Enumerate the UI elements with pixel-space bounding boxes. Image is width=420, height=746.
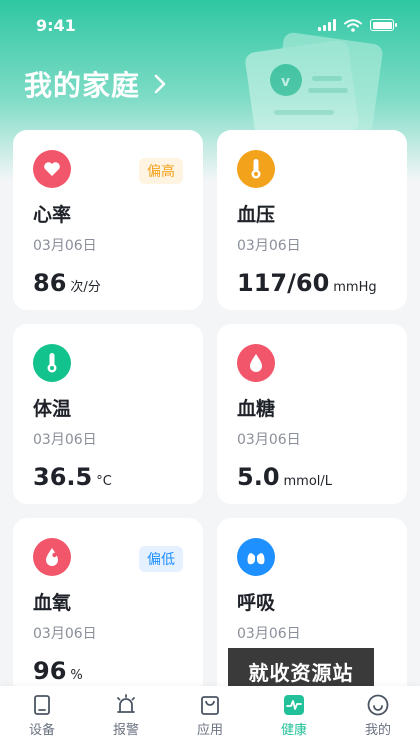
- metric-date: 03月06日: [237, 238, 301, 254]
- heart-icon: [33, 150, 71, 188]
- metric-date: 03月06日: [33, 626, 97, 642]
- tab-label: 应用: [196, 723, 223, 738]
- lungs-icon: [237, 538, 275, 576]
- metric-card-heart-rate[interactable]: 偏高 心率 03月06日 86 次/分: [13, 130, 203, 310]
- metric-value-row: 5.0 mmol/L: [237, 463, 387, 491]
- tab-mine[interactable]: 我的: [343, 694, 413, 738]
- drop-icon: [237, 344, 275, 382]
- metric-name: 呼吸: [237, 592, 276, 614]
- metric-unit: mmHg: [333, 280, 377, 295]
- pulse-icon: [284, 695, 304, 715]
- metric-unit: %: [70, 668, 83, 683]
- metric-date: 03月06日: [237, 432, 301, 448]
- metric-card-temperature[interactable]: 体温 03月06日 36.5 °C: [13, 324, 203, 504]
- tab-alarm[interactable]: 报警: [91, 694, 161, 738]
- metric-value: 96: [33, 657, 67, 685]
- metric-name: 心率: [33, 204, 72, 226]
- chevron-right-icon: [154, 74, 166, 94]
- metric-value: 86: [33, 269, 67, 297]
- metric-value: 36.5: [33, 463, 93, 491]
- thermometer-icon: [33, 344, 71, 382]
- metric-unit: °C: [96, 474, 112, 489]
- metric-name: 血氧: [33, 592, 72, 614]
- metric-card-blood-sugar[interactable]: 血糖 03月06日 5.0 mmol/L: [217, 324, 407, 504]
- tab-label: 设备: [28, 723, 55, 738]
- metric-date: 03月06日: [237, 626, 301, 642]
- certificate-illustration: v: [245, 32, 383, 140]
- tab-label: 我的: [364, 723, 391, 738]
- metric-value-row: 86 次/分: [33, 269, 183, 297]
- family-title-link[interactable]: 我的家庭: [24, 64, 168, 104]
- tab-device[interactable]: 设备: [7, 694, 77, 738]
- page-title: 我的家庭: [24, 69, 141, 102]
- tab-apps[interactable]: 应用: [175, 694, 245, 738]
- thermometer-icon: [237, 150, 275, 188]
- bag-icon: [201, 696, 219, 715]
- smile-icon: [367, 694, 389, 716]
- metric-name: 体温: [33, 398, 72, 420]
- metric-card-blood-pressure[interactable]: 血压 03月06日 117/60 mmHg: [217, 130, 407, 310]
- metric-unit: 次/分: [70, 280, 101, 295]
- health-metrics-grid: 偏高 心率 03月06日 86 次/分 血压 03月06日 117/60 mmH…: [13, 130, 407, 698]
- metric-value-row: 96 %: [33, 657, 183, 685]
- metric-date: 03月06日: [33, 432, 97, 448]
- metric-name: 血压: [237, 204, 276, 226]
- metric-value: 117/60: [237, 269, 330, 297]
- status-time: 9:41: [36, 15, 76, 35]
- metric-value: 5.0: [237, 463, 280, 491]
- status-badge: 偏低: [139, 546, 183, 572]
- metric-card-blood-oxygen[interactable]: 偏低 血氧 03月06日 96 %: [13, 518, 203, 698]
- metric-unit: mmol/L: [283, 474, 333, 489]
- metric-date: 03月06日: [33, 238, 97, 254]
- svg-text:v: v: [281, 74, 290, 90]
- alarm-icon: [117, 694, 135, 713]
- tab-health[interactable]: 健康: [259, 694, 329, 738]
- bottom-tab-bar: 设备 报警 应用 健康 我的: [0, 686, 420, 746]
- metric-value-row: 36.5 °C: [33, 463, 183, 491]
- device-icon: [34, 695, 50, 715]
- metric-value-row: 117/60 mmHg: [237, 269, 387, 297]
- tab-label: 报警: [112, 723, 139, 738]
- status-badge: 偏高: [139, 158, 183, 184]
- tab-label: 健康: [280, 723, 307, 738]
- metric-name: 血糖: [237, 398, 276, 420]
- drop-icon: [33, 538, 71, 576]
